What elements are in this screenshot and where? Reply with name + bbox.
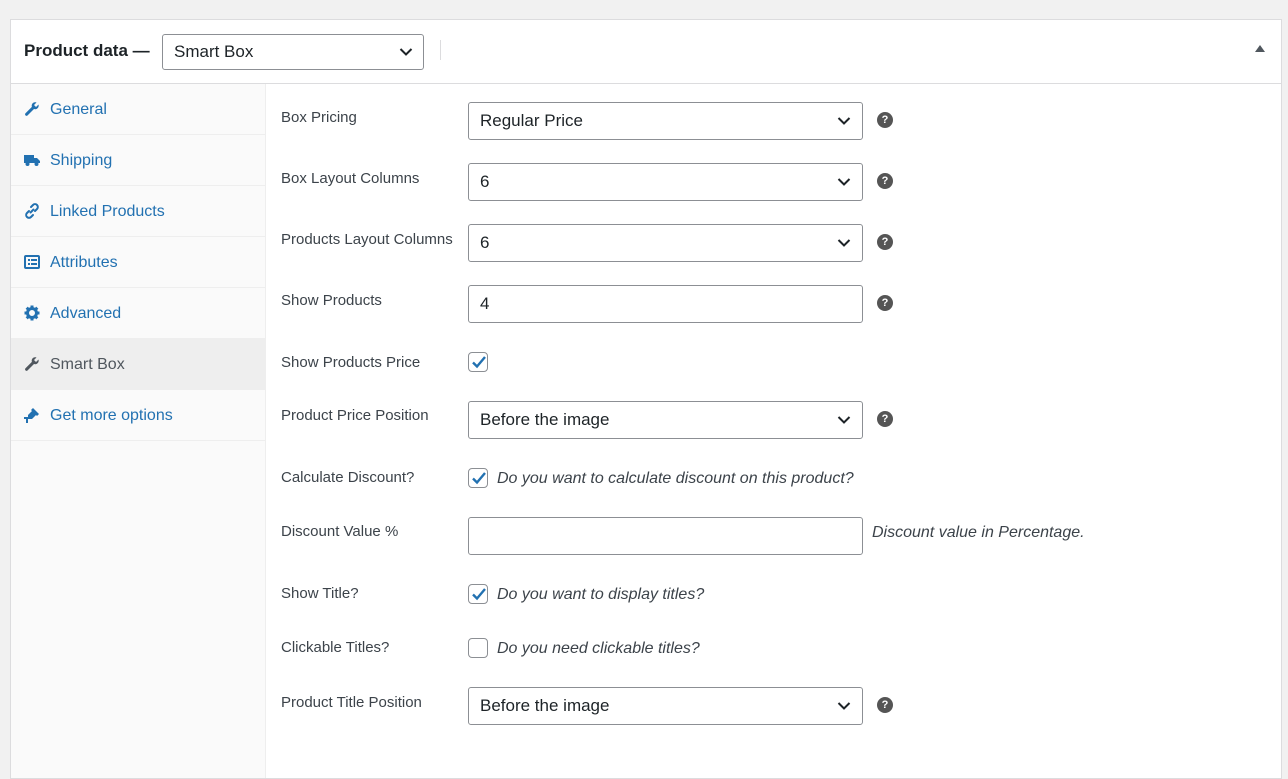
- plugin-icon: [24, 408, 39, 423]
- show-products-label: Show Products: [281, 292, 382, 309]
- tab-attributes[interactable]: Attributes: [11, 237, 265, 288]
- chevron-down-icon: [399, 48, 413, 56]
- clickable-titles-label: Clickable Titles?: [281, 639, 390, 656]
- help-icon[interactable]: ?: [877, 234, 893, 250]
- discount-value-label: Discount Value %: [281, 523, 399, 540]
- tab-get-more-options[interactable]: Get more options: [11, 390, 265, 441]
- show-title-description: Do you want to display titles?: [497, 586, 705, 603]
- tab-label: Attributes: [50, 254, 118, 271]
- box-pricing-label: Box Pricing: [281, 109, 357, 126]
- tab-smart-box[interactable]: Smart Box: [11, 339, 265, 390]
- gear-icon: [24, 305, 40, 321]
- discount-value-input[interactable]: [468, 517, 863, 555]
- wrench-icon: [25, 102, 39, 116]
- tab-linked-products[interactable]: Linked Products: [11, 186, 265, 237]
- clickable-titles-description: Do you need clickable titles?: [497, 640, 700, 657]
- product-type-select[interactable]: Smart Box: [162, 34, 424, 70]
- wrench-icon: [25, 357, 39, 371]
- box-layout-columns-select[interactable]: 6: [468, 163, 863, 201]
- help-icon[interactable]: ?: [877, 112, 893, 128]
- product-type-value: Smart Box: [174, 42, 254, 61]
- show-products-price-checkbox[interactable]: [468, 352, 488, 372]
- help-icon[interactable]: ?: [877, 697, 893, 713]
- clickable-titles-checkbox[interactable]: [468, 638, 488, 658]
- tab-label: Advanced: [50, 305, 122, 322]
- products-layout-columns-select[interactable]: 6: [468, 224, 863, 262]
- panel-title: Product data —: [24, 41, 150, 60]
- chevron-down-icon: [837, 117, 851, 125]
- products-layout-columns-value: 6: [480, 233, 490, 252]
- checkmark-icon: [472, 588, 486, 601]
- show-products-value: 4: [480, 294, 490, 313]
- products-layout-columns-label: Products Layout Columns: [281, 231, 453, 248]
- product-title-position-select[interactable]: Before the image: [468, 687, 863, 725]
- checkmark-icon: [472, 356, 486, 369]
- help-icon[interactable]: ?: [877, 173, 893, 189]
- tab-label: Linked Products: [50, 203, 165, 220]
- calculate-discount-description: Do you want to calculate discount on thi…: [497, 470, 854, 487]
- help-icon[interactable]: ?: [877, 411, 893, 427]
- product-data-tabs: General Shipping Linked Products Attribu…: [11, 84, 266, 778]
- box-layout-columns-label: Box Layout Columns: [281, 170, 420, 187]
- link-icon: [25, 203, 39, 219]
- truck-icon: [24, 155, 40, 166]
- calculate-discount-label: Calculate Discount?: [281, 469, 415, 486]
- chevron-down-icon: [837, 239, 851, 247]
- tab-shipping[interactable]: Shipping: [11, 135, 265, 186]
- tab-advanced[interactable]: Advanced: [11, 288, 265, 339]
- box-layout-columns-value: 6: [480, 172, 490, 191]
- tab-general[interactable]: General: [11, 84, 265, 135]
- show-title-checkbox[interactable]: [468, 584, 488, 604]
- checkmark-icon: [472, 472, 486, 485]
- show-title-label: Show Title?: [281, 585, 359, 602]
- show-products-price-label: Show Products Price: [281, 354, 421, 371]
- tab-label: Get more options: [50, 407, 173, 424]
- tab-label: Smart Box: [50, 356, 125, 373]
- smart-box-options: Box Pricing Regular Price ? Box Layout C…: [266, 84, 1281, 778]
- chevron-down-icon: [837, 178, 851, 186]
- box-pricing-value: Regular Price: [480, 111, 583, 130]
- tab-label: General: [50, 101, 107, 118]
- collapse-toggle-icon[interactable]: [1255, 45, 1265, 52]
- header-divider: [440, 40, 441, 60]
- product-price-position-label: Product Price Position: [281, 407, 429, 424]
- product-title-position-value: Before the image: [480, 696, 610, 715]
- product-title-position-label: Product Title Position: [281, 694, 422, 711]
- box-pricing-select[interactable]: Regular Price: [468, 102, 863, 140]
- product-price-position-select[interactable]: Before the image: [468, 401, 863, 439]
- product-price-position-value: Before the image: [480, 410, 610, 429]
- calculate-discount-checkbox[interactable]: [468, 468, 488, 488]
- product-data-panel: Product data — Smart Box General Shippin…: [10, 19, 1282, 779]
- chevron-down-icon: [837, 702, 851, 710]
- help-icon[interactable]: ?: [877, 295, 893, 311]
- discount-value-description: Discount value in Percentage.: [872, 524, 1085, 541]
- show-products-input[interactable]: 4: [468, 285, 863, 323]
- chevron-down-icon: [837, 416, 851, 424]
- panel-header: Product data — Smart Box: [11, 20, 1281, 84]
- tab-label: Shipping: [50, 152, 113, 169]
- list-icon: [24, 255, 40, 269]
